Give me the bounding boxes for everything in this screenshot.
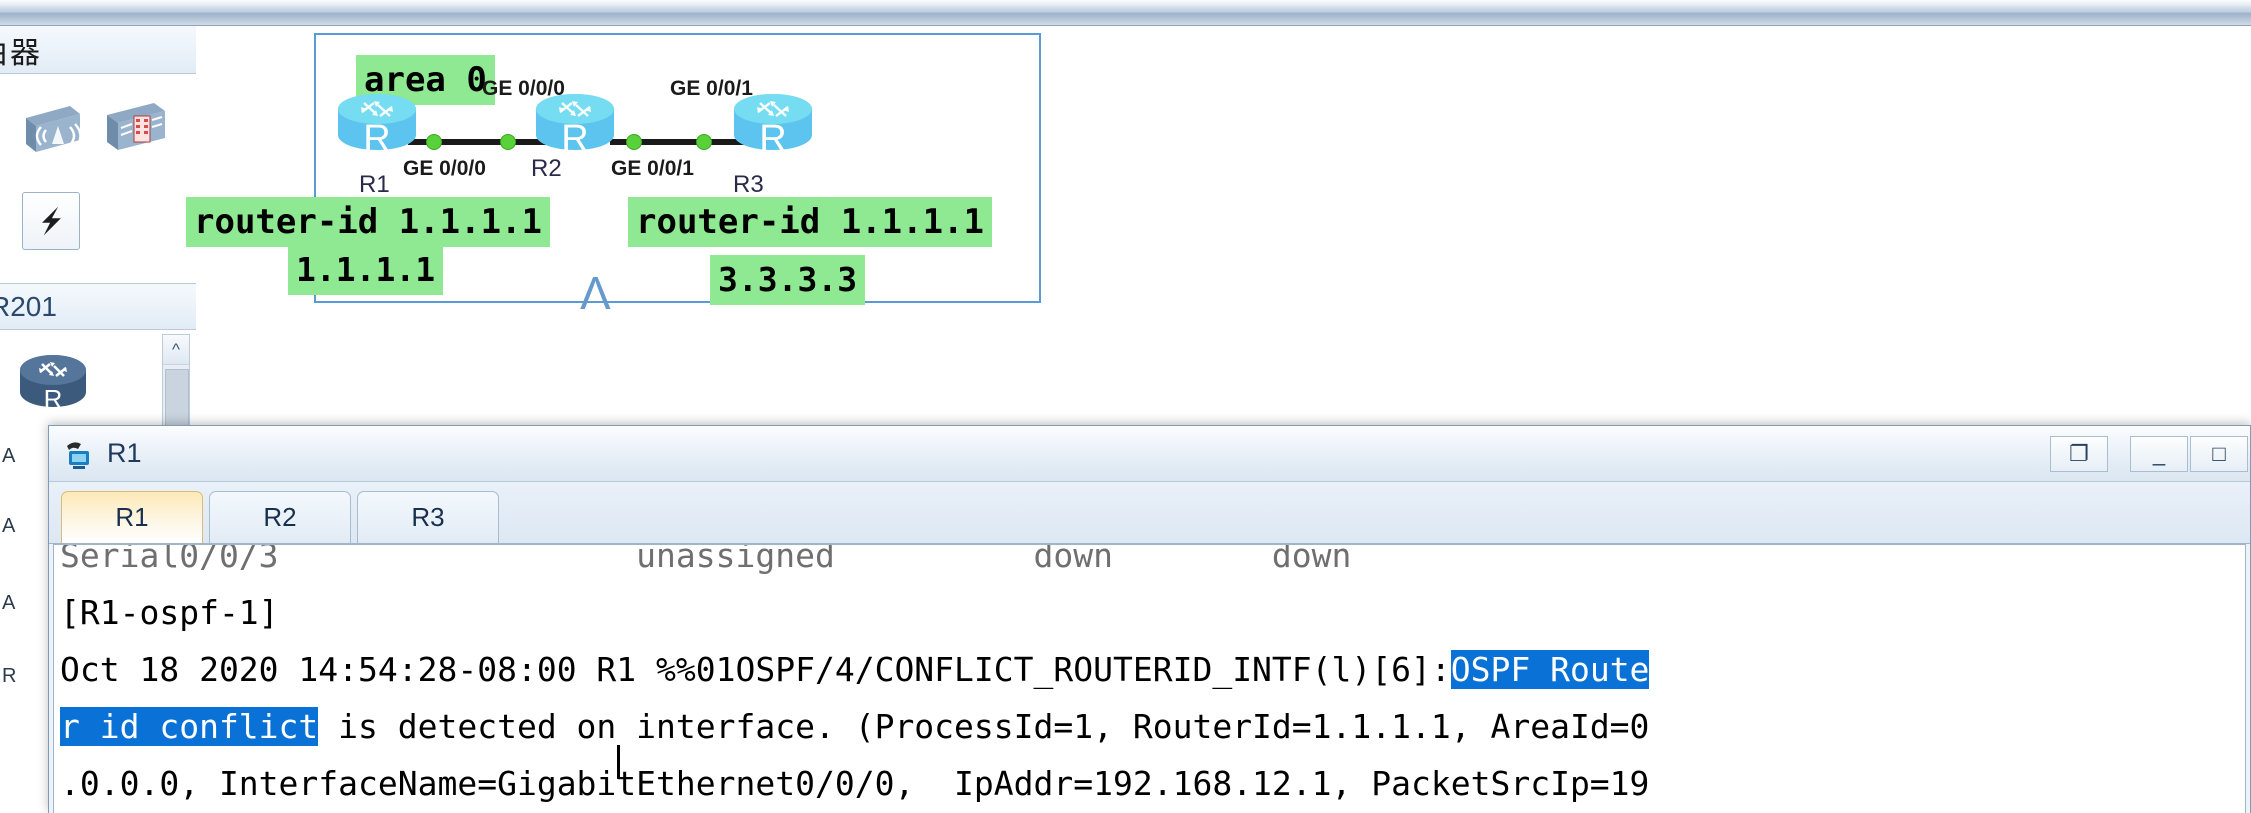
annotation-loopback-left: 1.1.1.1 — [288, 245, 444, 295]
sidebar-secondary-label: R201 — [0, 290, 57, 322]
screen: 由器 — [0, 0, 2251, 813]
maximize-button[interactable]: □ — [2190, 435, 2248, 472]
terminal-line: [R1-ospf-1] — [60, 593, 279, 632]
sidebar-letter-2: A — [2, 515, 16, 537]
terminal-line: r id conflict is detected on interface. … — [60, 698, 2239, 755]
app-titlebar — [0, 0, 2251, 26]
switch-icon[interactable] — [104, 98, 168, 160]
sidebar-header-label: 由器 — [0, 35, 42, 71]
console-title: R1 — [107, 438, 142, 468]
sidebar-header: 由器 — [0, 26, 196, 74]
wireless-ap-icon[interactable] — [22, 100, 84, 162]
console-window[interactable]: R1 ❐ _ □ R1 R2 R3 Serial0/0/3 unassigned… — [48, 425, 2251, 813]
sidebar-device-palette — [0, 74, 196, 284]
tab-r1[interactable]: R1 — [61, 491, 203, 543]
router-label-r3: R3 — [733, 171, 764, 198]
sidebar-letter-3: A — [2, 592, 16, 614]
terminal-output[interactable]: Serial0/0/3 unassigned down down [R1-osp… — [53, 544, 2246, 813]
console-titlebar[interactable]: R1 ❐ _ □ — [49, 426, 2250, 482]
terminal-selected-text: OSPF Route — [1450, 650, 1650, 689]
link-endpoint-dot-r3 — [696, 134, 712, 150]
pointer-caret-icon: Λ — [580, 267, 611, 319]
minimize-button[interactable]: _ — [2130, 435, 2188, 472]
svg-text:R: R — [363, 118, 390, 160]
router-label-r1: R1 — [359, 171, 390, 198]
sidebar-secondary-header: R201 — [0, 284, 196, 330]
sidebar-letter-4: R — [2, 665, 17, 687]
iflabel-r2-r3-top: GE 0/0/1 — [670, 77, 753, 100]
svg-text:R: R — [44, 384, 63, 414]
svg-text:R: R — [561, 118, 588, 160]
lightning-icon[interactable] — [22, 192, 80, 250]
terminal-line-text: Oct 18 2020 14:54:28-08:00 R1 %%01OSPF/4… — [60, 650, 1451, 689]
router-node-r1[interactable]: R — [330, 89, 424, 161]
router-label-r2: R2 — [531, 155, 562, 182]
text-cursor — [617, 745, 620, 779]
svg-text:R: R — [759, 118, 786, 160]
terminal-icon — [63, 437, 97, 471]
terminal-selected-text: r id conflict — [60, 707, 319, 746]
terminal-line-text: is detected on interface. (ProcessId=1, … — [318, 707, 1650, 746]
iflabel-r2-r3-bottom: GE 0/0/1 — [611, 157, 694, 180]
console-tabstrip[interactable]: R1 R2 R3 — [49, 482, 2250, 544]
restore-button[interactable]: ❐ — [2050, 435, 2108, 472]
scrollbar-thumb[interactable] — [165, 369, 189, 429]
router-icon-list[interactable]: R — [14, 346, 92, 424]
iflabel-r1-r2-top: GE 0/0/0 — [482, 77, 565, 100]
scroll-up-icon[interactable]: ^ — [163, 335, 189, 365]
terminal-line: .0.0.0, InterfaceName=GigabitEthernet0/0… — [60, 764, 1650, 803]
terminal-line: Oct 18 2020 14:54:28-08:00 R1 %%01OSPF/4… — [60, 641, 2239, 698]
link-endpoint-dot-r2a — [500, 134, 516, 150]
annotation-router-id-left: router-id 1.1.1.1 — [186, 197, 550, 247]
annotation-loopback-right: 3.3.3.3 — [710, 255, 866, 305]
tab-r2[interactable]: R2 — [209, 491, 351, 543]
annotation-router-id-right: router-id 1.1.1.1 — [628, 197, 992, 247]
sidebar-letter-1: A — [2, 445, 16, 467]
iflabel-r1-r2-bottom: GE 0/0/0 — [403, 157, 486, 180]
tab-r3[interactable]: R3 — [357, 491, 499, 543]
link-endpoint-dot-r2b — [626, 134, 642, 150]
window-controls: ❐ _ □ — [2050, 435, 2250, 472]
link-endpoint-dot-r1 — [426, 134, 442, 150]
titlebar-sheen — [0, 0, 2251, 9]
terminal-line: Serial0/0/3 unassigned down down — [60, 544, 1352, 575]
